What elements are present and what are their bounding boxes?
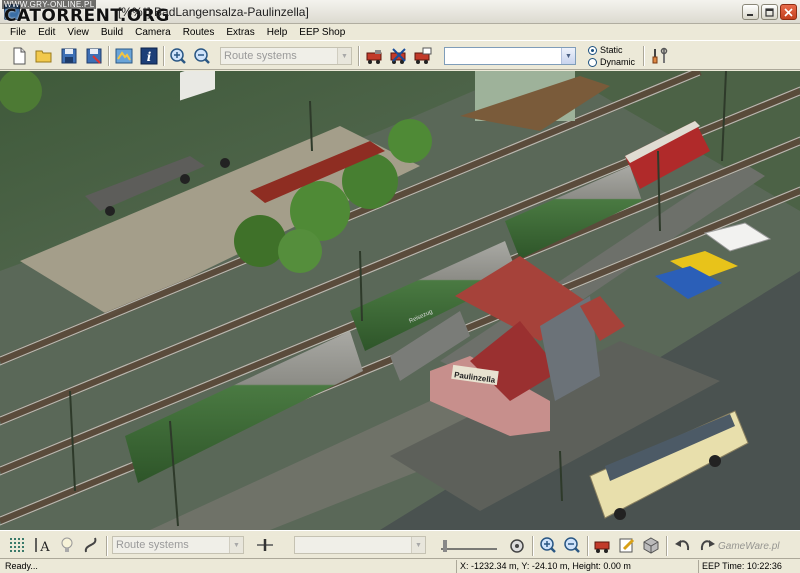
map-button[interactable] [113,45,135,67]
route-systems-value: Route systems [224,50,297,62]
undo-button[interactable] [672,534,694,556]
camera-static-radio[interactable]: Static [588,45,623,55]
status-ready: Ready... [5,561,38,571]
slider-icon [441,540,497,552]
menu-routes[interactable]: Routes [177,27,221,38]
zoom-in-icon [540,537,556,553]
zoom-out-button[interactable] [191,45,213,67]
close-button[interactable] [780,4,797,20]
bottom-train-button[interactable] [592,534,614,556]
open-file-button[interactable] [33,45,55,67]
close-icon [784,7,793,17]
redo-button[interactable] [696,534,718,556]
menu-edit[interactable]: Edit [32,27,61,38]
menu-camera[interactable]: Camera [129,27,177,38]
edit-button[interactable] [616,534,638,556]
title-bar: WWW.GRY-ONLINE.PL CATORRENT.ORG [%%*] Ba… [0,0,800,26]
maximize-button[interactable] [761,4,778,20]
new-file-button[interactable] [8,45,30,67]
height-slider[interactable] [438,534,500,556]
tools-icon [652,47,668,64]
zoom-out-icon [564,537,580,553]
new-file-icon [13,47,26,65]
menu-bar: File Edit View Build Camera Routes Extra… [0,24,800,40]
status-coordinates: X: -1232.34 m, Y: -24.10 m, Height: 0.00… [456,560,696,573]
menu-help[interactable]: Help [261,27,294,38]
camera-dynamic-label: Dynamic [600,57,636,67]
chevron-down-icon: ▼ [337,48,351,64]
train-delete-button[interactable] [388,45,410,67]
map-icon [115,48,133,64]
folder-icon [35,50,52,63]
text-label-icon: A [35,538,50,554]
light-toggle-button[interactable] [56,534,78,556]
save-as-icon [86,48,102,64]
object-select[interactable]: ▼ [444,47,576,65]
window-title: [%%*] BadLangensalza-Paulinzella] [118,5,309,19]
camera-dynamic-radio[interactable]: Dynamic [588,57,635,67]
object-button[interactable] [640,534,662,556]
status-bar: Ready... X: -1232.34 m, Y: -24.10 m, Hei… [0,558,800,573]
train-remove-icon [390,48,406,64]
camera-rotate-button[interactable] [506,534,528,556]
curve-icon [84,537,97,553]
cube-icon [643,537,659,554]
floppy-disk-icon [61,48,77,64]
menu-eep-shop[interactable]: EEP Shop [293,27,351,38]
zoom-in-button[interactable] [167,45,189,67]
chevron-down-icon: ▼ [411,537,425,553]
locomotive-icon [366,50,382,64]
label-toggle-button[interactable]: A [32,534,54,556]
bottom-route-systems-value: Route systems [116,539,189,551]
track-switch-icon [257,539,273,551]
undo-icon [675,540,690,551]
menu-build[interactable]: Build [95,27,129,38]
grid-toggle-button[interactable] [6,534,28,556]
bottom-zoom-in-button[interactable] [537,534,559,556]
locomotive-icon [594,541,610,553]
watermark-bottom: GameWare.pl [718,541,780,552]
bottom-object-select[interactable]: ▼ [294,536,426,554]
minimize-icon [747,13,753,16]
bottom-route-systems-select[interactable]: Route systems ▼ [112,536,244,554]
svg-text:A: A [39,540,50,554]
menu-file[interactable]: File [4,27,32,38]
camera-icon [510,539,524,553]
grid-icon [10,538,24,552]
minimize-button[interactable] [742,4,759,20]
3d-viewport[interactable]: Reisezug Paulinzella [0,71,800,530]
settings-button[interactable] [649,45,671,67]
application-window: WWW.GRY-ONLINE.PL CATORRENT.ORG [%%*] Ba… [0,0,800,573]
chevron-down-icon: ▼ [561,48,575,64]
zoom-out-icon [194,48,210,64]
curve-tool-button[interactable] [80,534,102,556]
train-properties-button[interactable] [412,45,434,67]
train-button[interactable] [364,45,386,67]
train-list-icon [414,47,432,64]
radio-unselected-icon [588,57,597,67]
radio-selected-icon [588,45,597,55]
svg-text:i: i [147,50,152,64]
bottom-zoom-out-button[interactable] [561,534,583,556]
bottom-toolbar: A Route systems ▼ ▼ [0,530,800,558]
menu-extras[interactable]: Extras [220,27,260,38]
track-tool-button[interactable] [254,534,276,556]
chevron-down-icon: ▼ [229,537,243,553]
info-icon: i [140,47,158,65]
zoom-in-icon [170,48,186,64]
maximize-icon [765,7,774,17]
main-toolbar: i Route systems ▼ ▼ Static Dynamic [0,40,800,70]
pencil-icon [619,538,635,553]
light-bulb-icon [61,537,73,552]
save-as-button[interactable] [83,45,105,67]
camera-static-label: Static [600,45,623,55]
save-button[interactable] [58,45,80,67]
redo-icon [700,540,715,551]
status-eep-time: EEP Time: 10:22:36 [698,560,798,573]
route-systems-select[interactable]: Route systems ▼ [220,47,352,65]
scene-render: Reisezug Paulinzella [0,71,800,530]
menu-view[interactable]: View [61,27,95,38]
info-button[interactable]: i [138,45,160,67]
